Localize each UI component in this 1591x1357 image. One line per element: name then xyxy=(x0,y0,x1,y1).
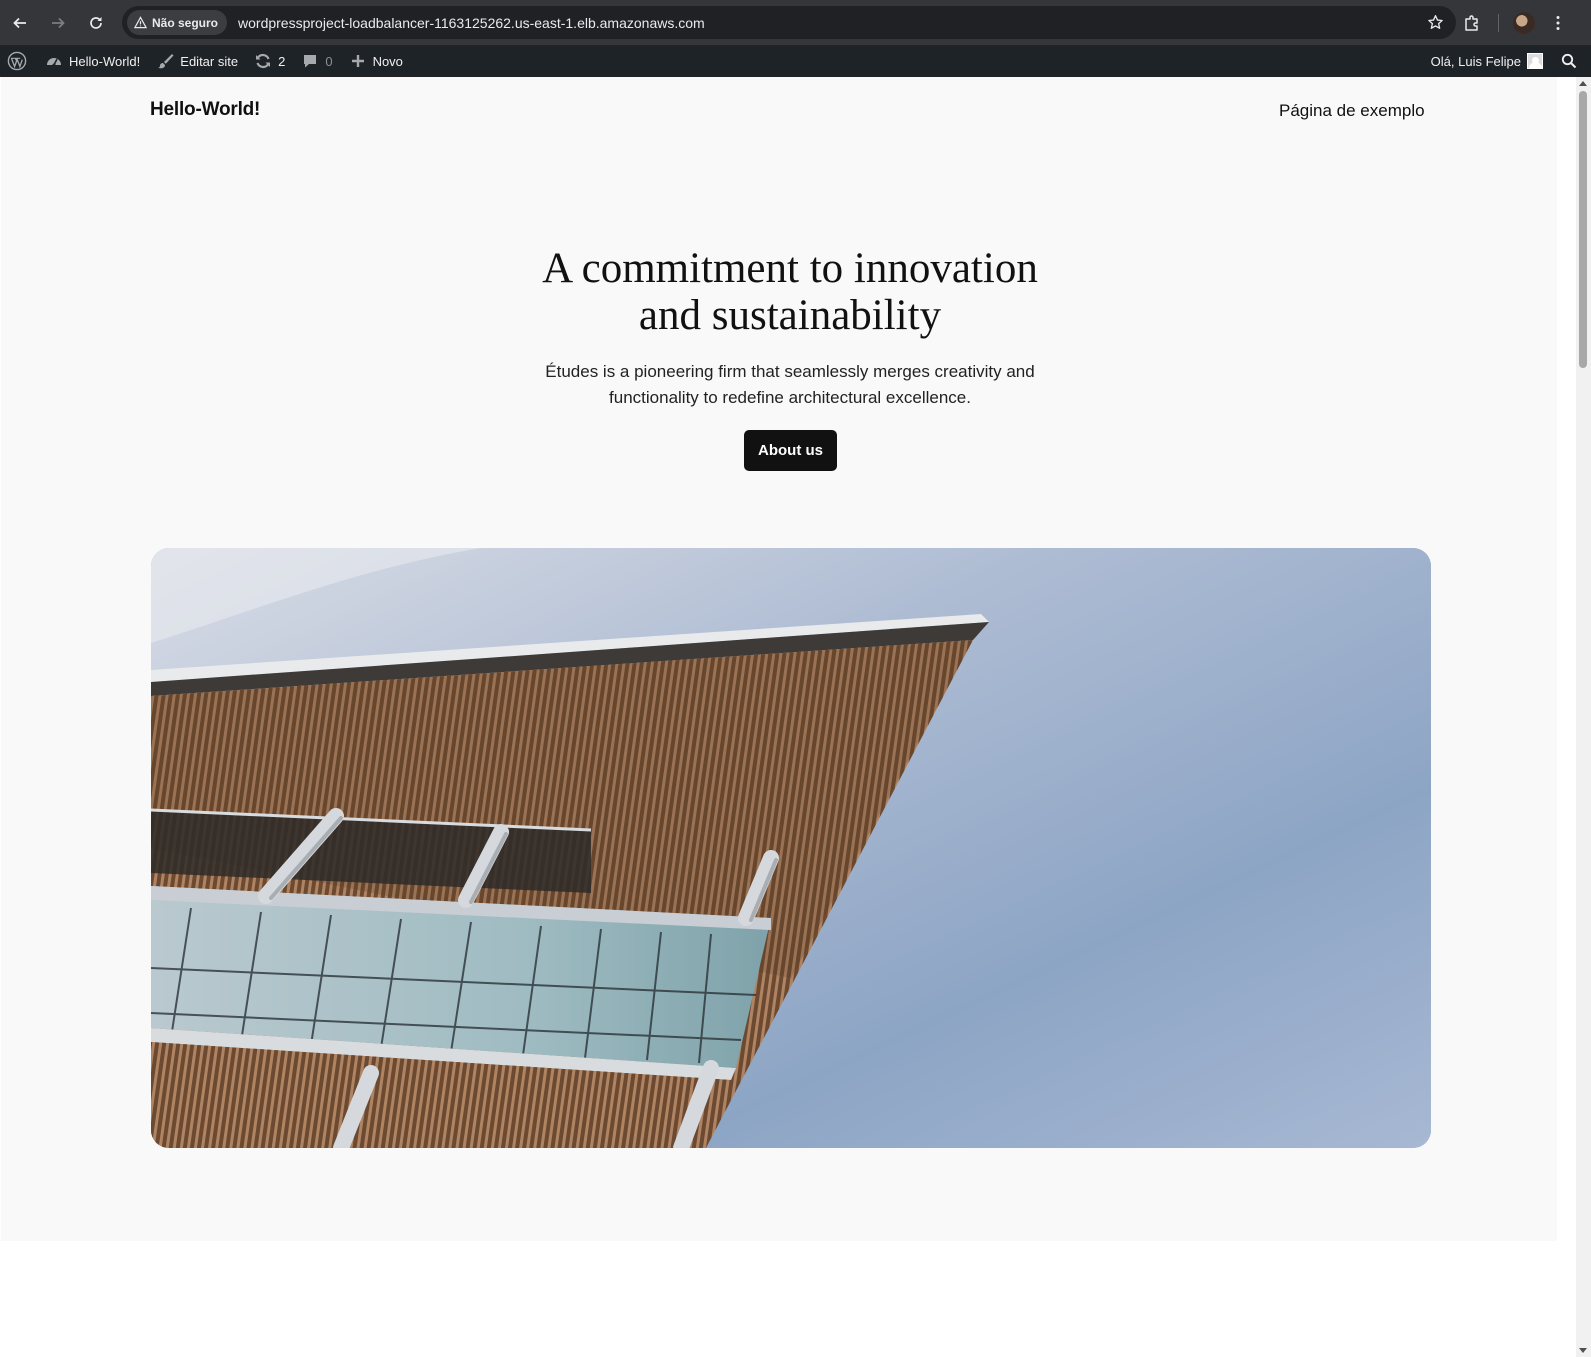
my-account-menu[interactable]: Olá, Luis Felipe xyxy=(1423,45,1551,77)
page-section: Hello-World! Página de exemplo A commitm… xyxy=(1,77,1557,1241)
greeting-label: Olá, Luis Felipe xyxy=(1430,53,1521,69)
page-scrollbar[interactable] xyxy=(1576,77,1591,1357)
reload-icon xyxy=(90,16,102,29)
security-chip[interactable]: Não seguro xyxy=(127,10,228,35)
hero-description: Études is a pioneering firm that seamles… xyxy=(1,359,1579,411)
updates-icon xyxy=(256,53,271,69)
back-icon xyxy=(13,17,26,28)
browser-toolbar: Não seguro wordpressproject-loadbalancer… xyxy=(0,0,1591,45)
hero-heading-line: A commitment to innovation xyxy=(542,245,1038,292)
hero-description-line: functionality to redefine architectural … xyxy=(609,388,971,407)
new-label: Novo xyxy=(372,53,403,69)
comment-icon xyxy=(304,55,317,68)
updates-link[interactable]: 2 xyxy=(246,45,293,77)
bookmark-star-icon[interactable] xyxy=(1427,14,1444,31)
hero-description-line: Études is a pioneering firm that seamles… xyxy=(545,362,1035,381)
security-label: Não seguro xyxy=(152,15,219,30)
back-button[interactable] xyxy=(2,5,38,41)
warning-icon xyxy=(134,16,147,29)
updates-count: 2 xyxy=(278,53,286,69)
building-photo xyxy=(151,548,1431,1148)
toolbar-actions xyxy=(1462,0,1567,45)
scroll-up-arrow[interactable] xyxy=(1579,81,1587,86)
comments-link[interactable]: 0 xyxy=(293,45,340,77)
edit-site-label: Editar site xyxy=(180,53,239,69)
profile-avatar[interactable] xyxy=(1513,11,1535,34)
dashboard-icon xyxy=(47,58,61,67)
search-icon xyxy=(1561,53,1577,69)
wp-admin-bar: Hello-World! Editar site 2 0 Novo Olá, L… xyxy=(0,45,1591,77)
nav-link-sample-page[interactable]: Página de exemplo xyxy=(1279,101,1425,121)
user-avatar xyxy=(1527,53,1543,69)
site-title[interactable]: Hello-World! xyxy=(150,99,260,121)
site-name-label: Hello-World! xyxy=(69,53,141,69)
extensions-icon[interactable] xyxy=(1462,13,1482,33)
admin-bar-secondary: Olá, Luis Felipe xyxy=(1423,45,1591,77)
scroll-thumb[interactable] xyxy=(1579,91,1587,368)
forward-icon xyxy=(52,17,65,28)
hero-heading: A commitment to innovation and sustainab… xyxy=(1,245,1579,339)
url-text[interactable]: wordpressproject-loadbalancer-1163125262… xyxy=(238,15,705,31)
admin-search[interactable] xyxy=(1551,45,1591,77)
menu-icon[interactable] xyxy=(1549,14,1567,32)
site-name-menu[interactable]: Hello-World! xyxy=(37,45,148,77)
wp-logo-menu[interactable] xyxy=(0,45,37,77)
plus-icon xyxy=(351,55,364,67)
scroll-down-arrow[interactable] xyxy=(1579,1348,1587,1353)
page-viewport: Hello-World! Página de exemplo A commitm… xyxy=(0,77,1591,1357)
new-content-menu[interactable]: Novo xyxy=(341,45,411,77)
forward-button[interactable] xyxy=(40,5,76,41)
wordpress-icon xyxy=(7,51,27,71)
toolbar-separator xyxy=(1498,13,1499,32)
brush-icon xyxy=(158,54,174,69)
comments-count: 0 xyxy=(325,53,333,69)
hero-building-image xyxy=(151,548,1431,1148)
hero-heading-line: and sustainability xyxy=(638,292,942,339)
edit-site-link[interactable]: Editar site xyxy=(148,45,246,77)
address-bar[interactable]: Não seguro wordpressproject-loadbalancer… xyxy=(122,6,1456,39)
about-us-button[interactable]: About us xyxy=(744,430,837,471)
reload-button[interactable] xyxy=(78,5,114,41)
